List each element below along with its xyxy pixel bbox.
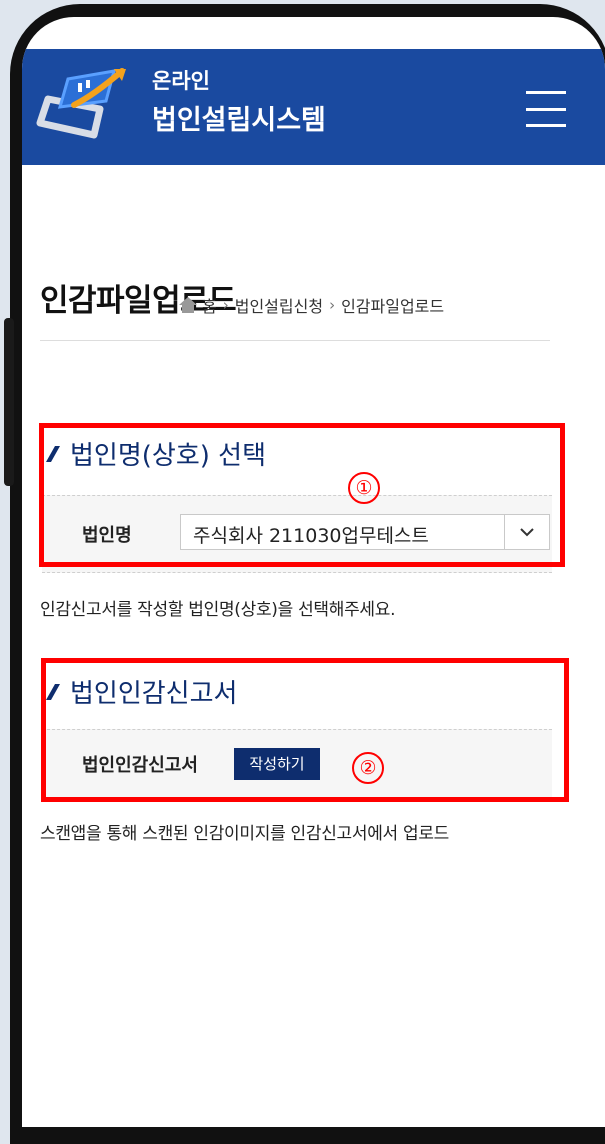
menu-bar: [526, 107, 566, 111]
home-icon[interactable]: [178, 296, 198, 314]
hamburger-menu-icon[interactable]: [526, 91, 566, 127]
corporate-name-help-text: 인감신고서를 작성할 법인명(상호)을 선택해주세요.: [40, 600, 396, 620]
brand-name-line1: 온라인: [152, 69, 210, 93]
seal-report-help-text: 스캔앱을 통해 스캔된 인감이미지를 인감신고서에서 업로드: [40, 824, 450, 844]
breadcrumb-home[interactable]: 홈: [202, 293, 217, 317]
app-header: 온라인 법인설립시스템: [22, 49, 605, 165]
highlight-box-step2: [41, 658, 569, 802]
title-divider: [40, 340, 550, 341]
step-marker-1: ①: [348, 472, 380, 504]
phone-side-button: [4, 318, 14, 486]
brand-logo-icon: [36, 68, 126, 139]
menu-bar: [526, 124, 566, 127]
breadcrumb-item-seal-upload: 인감파일업로드: [341, 297, 445, 316]
breadcrumb-item-corporate-registration[interactable]: 법인설립신청: [235, 293, 323, 317]
highlight-box-step1: [39, 423, 565, 567]
step-marker-2: ②: [352, 752, 384, 784]
breadcrumb: 홈 › 법인설립신청 › 인감파일업로드: [178, 293, 444, 317]
breadcrumb-separator-icon: ›: [329, 296, 336, 314]
breadcrumb-separator-icon: ›: [222, 296, 229, 314]
brand-name-line2: 법인설립시스템: [152, 105, 326, 136]
menu-bar: [526, 91, 566, 94]
phone-screen: 온라인 법인설립시스템 인감파일업로드 홈 › 법인설립신청 › 인감파일업로드…: [22, 17, 605, 1127]
